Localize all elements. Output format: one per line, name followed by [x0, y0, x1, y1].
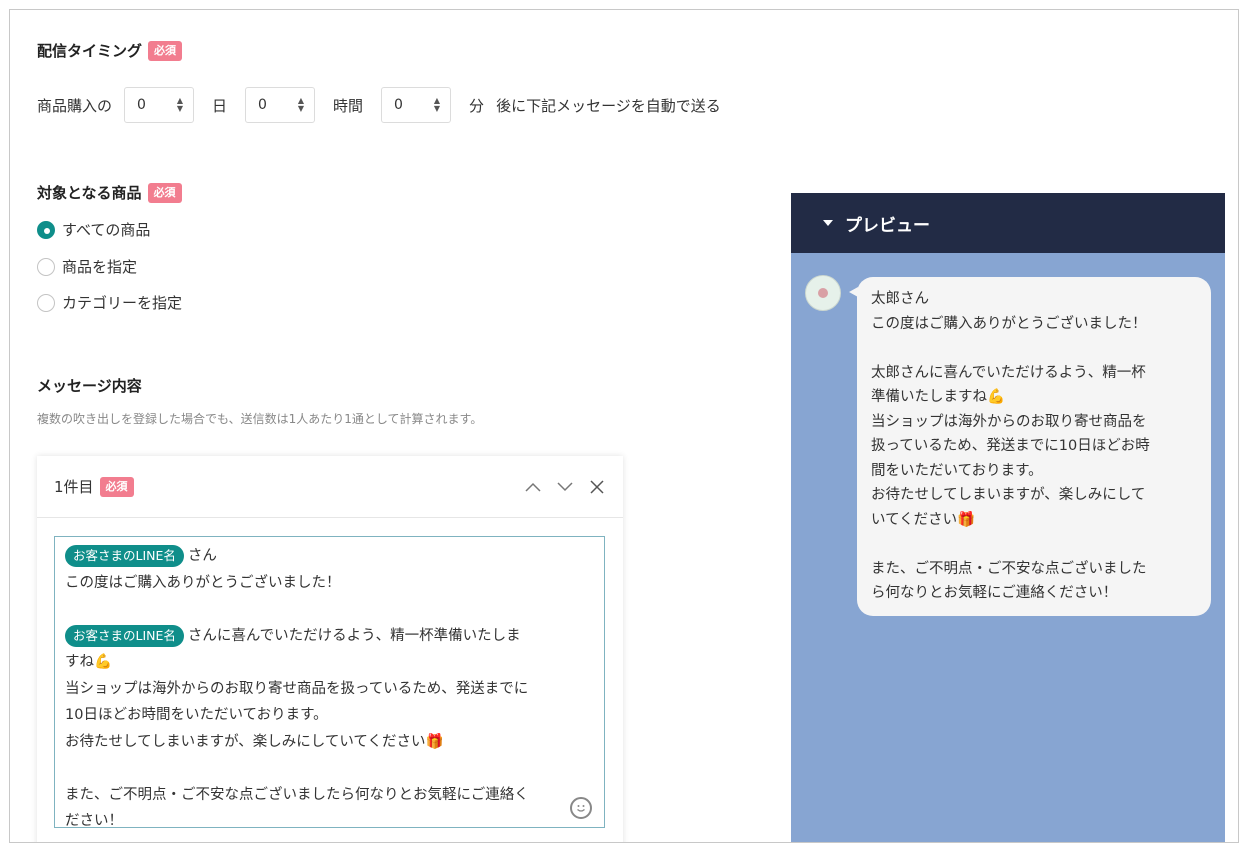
hours-stepper[interactable]: 0 ▲ ▼ [245, 87, 316, 123]
radio-button[interactable] [37, 257, 55, 276]
preview-title: プレビュー [845, 215, 930, 236]
bubble-line: いてください🎁 [871, 511, 976, 528]
message-card-header: 1件目 必須 [37, 456, 623, 518]
preview-panel: プレビュー 太郎さん この度はご購入ありがとうございました！ 太郎さんに喜んでい… [791, 193, 1225, 842]
bubble-line: 間をいただいております。 [871, 462, 1043, 479]
editor-line: お客さまのLINE名 さんに喜んでいただけるよう、精一杯準備いたしま [65, 623, 594, 650]
avatar-dot [818, 288, 828, 298]
bubble-line: ら何なりとお気軽にご連絡ください！ [871, 585, 1118, 601]
bubble-line: 扱っているため、発送までに10日ほどお時 [871, 438, 1150, 454]
chat-bubble: 太郎さん この度はご購入ありがとうございました！ 太郎さんに喜んでいただけるよう… [849, 277, 1211, 616]
message-title: メッセージ内容 [37, 377, 142, 395]
bubble-line: 太郎さん [871, 291, 929, 307]
required-badge: 必須 [148, 40, 183, 61]
message-note: 複数の吹き出しを登録した場合でも、送信数は1人あたり1通として計算されます。 [37, 412, 483, 426]
radio-all-products[interactable]: すべての商品 [37, 219, 150, 240]
minutes-unit: 分 [469, 96, 485, 115]
editor-text: さん [187, 548, 217, 564]
bubble-line [871, 532, 1197, 557]
close-icon[interactable] [588, 478, 606, 496]
preview-header[interactable]: プレビュー [791, 193, 1225, 253]
radio-label: すべての商品 [62, 221, 151, 239]
editor-line-empty [65, 596, 594, 623]
timing-section-title: 配信タイミング 必須 [37, 40, 183, 61]
minutes-value: 0 [394, 97, 403, 113]
radio-button-checked[interactable] [37, 220, 55, 239]
bubble-line: また、ご不明点・ご不安な点ございました [871, 560, 1147, 577]
editor-line: また、ご不明点・ご不安な点ございましたら何なりとお気軽にご連絡く [65, 786, 529, 803]
target-title: 対象となる商品 [37, 184, 142, 202]
days-stepper[interactable]: 0 ▲ ▼ [124, 87, 195, 123]
spinner-icon[interactable]: ▲ ▼ [434, 97, 440, 113]
editor-line: お待たせしてしまいますが、楽しみにしていてください🎁 [65, 733, 444, 750]
spinner-icon[interactable]: ▲ ▼ [298, 97, 304, 113]
editor-line: 10日ほどお時間をいただいております。 [65, 707, 328, 723]
days-value: 0 [137, 97, 146, 113]
timing-suffix: 後に下記メッセージを自動で送る [496, 96, 721, 115]
page-frame: 配信タイミング 必須 商品購入の 0 ▲ ▼ 日 0 ▲ ▼ 時間 0 ▲ ▼ 分 後… [9, 9, 1239, 843]
hours-value: 0 [258, 97, 267, 113]
hours-unit: 時間 [333, 96, 364, 115]
radio-specify-products[interactable]: 商品を指定 [37, 256, 137, 277]
editor-line: お客さまのLINE名 さん [65, 543, 594, 570]
editor-line-empty [65, 755, 594, 782]
timing-prefix: 商品購入の [37, 96, 113, 115]
spinner-icon[interactable]: ▲ ▼ [177, 97, 183, 113]
bubble-line: お待たせしてしまいますが、楽しみにして [871, 487, 1146, 503]
radio-label: 商品を指定 [62, 258, 138, 276]
bubble-line: 当ショップは海外からのお取り寄せ商品を [871, 413, 1147, 430]
editor-text: さんに喜んでいただけるよう、精一杯準備いたしま [187, 627, 521, 644]
minutes-stepper[interactable]: 0 ▲ ▼ [381, 87, 452, 123]
smiley-icon[interactable] [570, 797, 592, 819]
message-editor[interactable]: お客さまのLINE名 さん この度はご購入ありがとうございました！ お客さまのLI… [54, 536, 605, 828]
line-name-tag[interactable]: お客さまのLINE名 [65, 545, 184, 567]
target-section-title: 対象となる商品 必須 [37, 182, 182, 203]
message-card: 1件目 必須 お客さまのLINE名 さん この度はご購入ありがとうございました！ … [37, 456, 623, 842]
bubble-line: 太郎さんに喜んでいただけるよう、精一杯 [871, 364, 1146, 381]
bubble-line [871, 336, 1197, 361]
required-badge: 必須 [99, 476, 134, 497]
chevron-up-icon[interactable] [524, 478, 542, 496]
days-unit: 日 [212, 96, 228, 115]
bubble-line: この度はご購入ありがとうございました！ [871, 315, 1147, 332]
card-label: 1件目 [54, 478, 94, 496]
chevron-down-icon[interactable] [556, 478, 574, 496]
bubble-line: 準備いたしますね💪 [871, 389, 1006, 405]
radio-button[interactable] [37, 293, 55, 312]
triangle-down-icon [823, 220, 833, 226]
editor-line: この度はご購入ありがとうございました！ [65, 574, 341, 591]
editor-line: 当ショップは海外からのお取り寄せ商品を扱っているため、発送までに [65, 680, 529, 697]
radio-label: カテゴリーを指定 [62, 294, 183, 312]
timing-title: 配信タイミング [37, 42, 143, 60]
message-section-title: メッセージ内容 [37, 375, 142, 396]
editor-line: ださい！ [65, 813, 123, 828]
timing-row: 商品購入の 0 ▲ ▼ 日 0 ▲ ▼ 時間 0 ▲ ▼ 分 後に下記メッセージを自動… [37, 87, 733, 123]
radio-specify-category[interactable]: カテゴリーを指定 [37, 292, 182, 313]
required-badge: 必須 [147, 182, 182, 203]
card-controls [524, 478, 606, 496]
avatar [805, 275, 841, 311]
editor-line: すね💪 [65, 654, 113, 670]
line-name-tag[interactable]: お客さまのLINE名 [65, 624, 184, 647]
